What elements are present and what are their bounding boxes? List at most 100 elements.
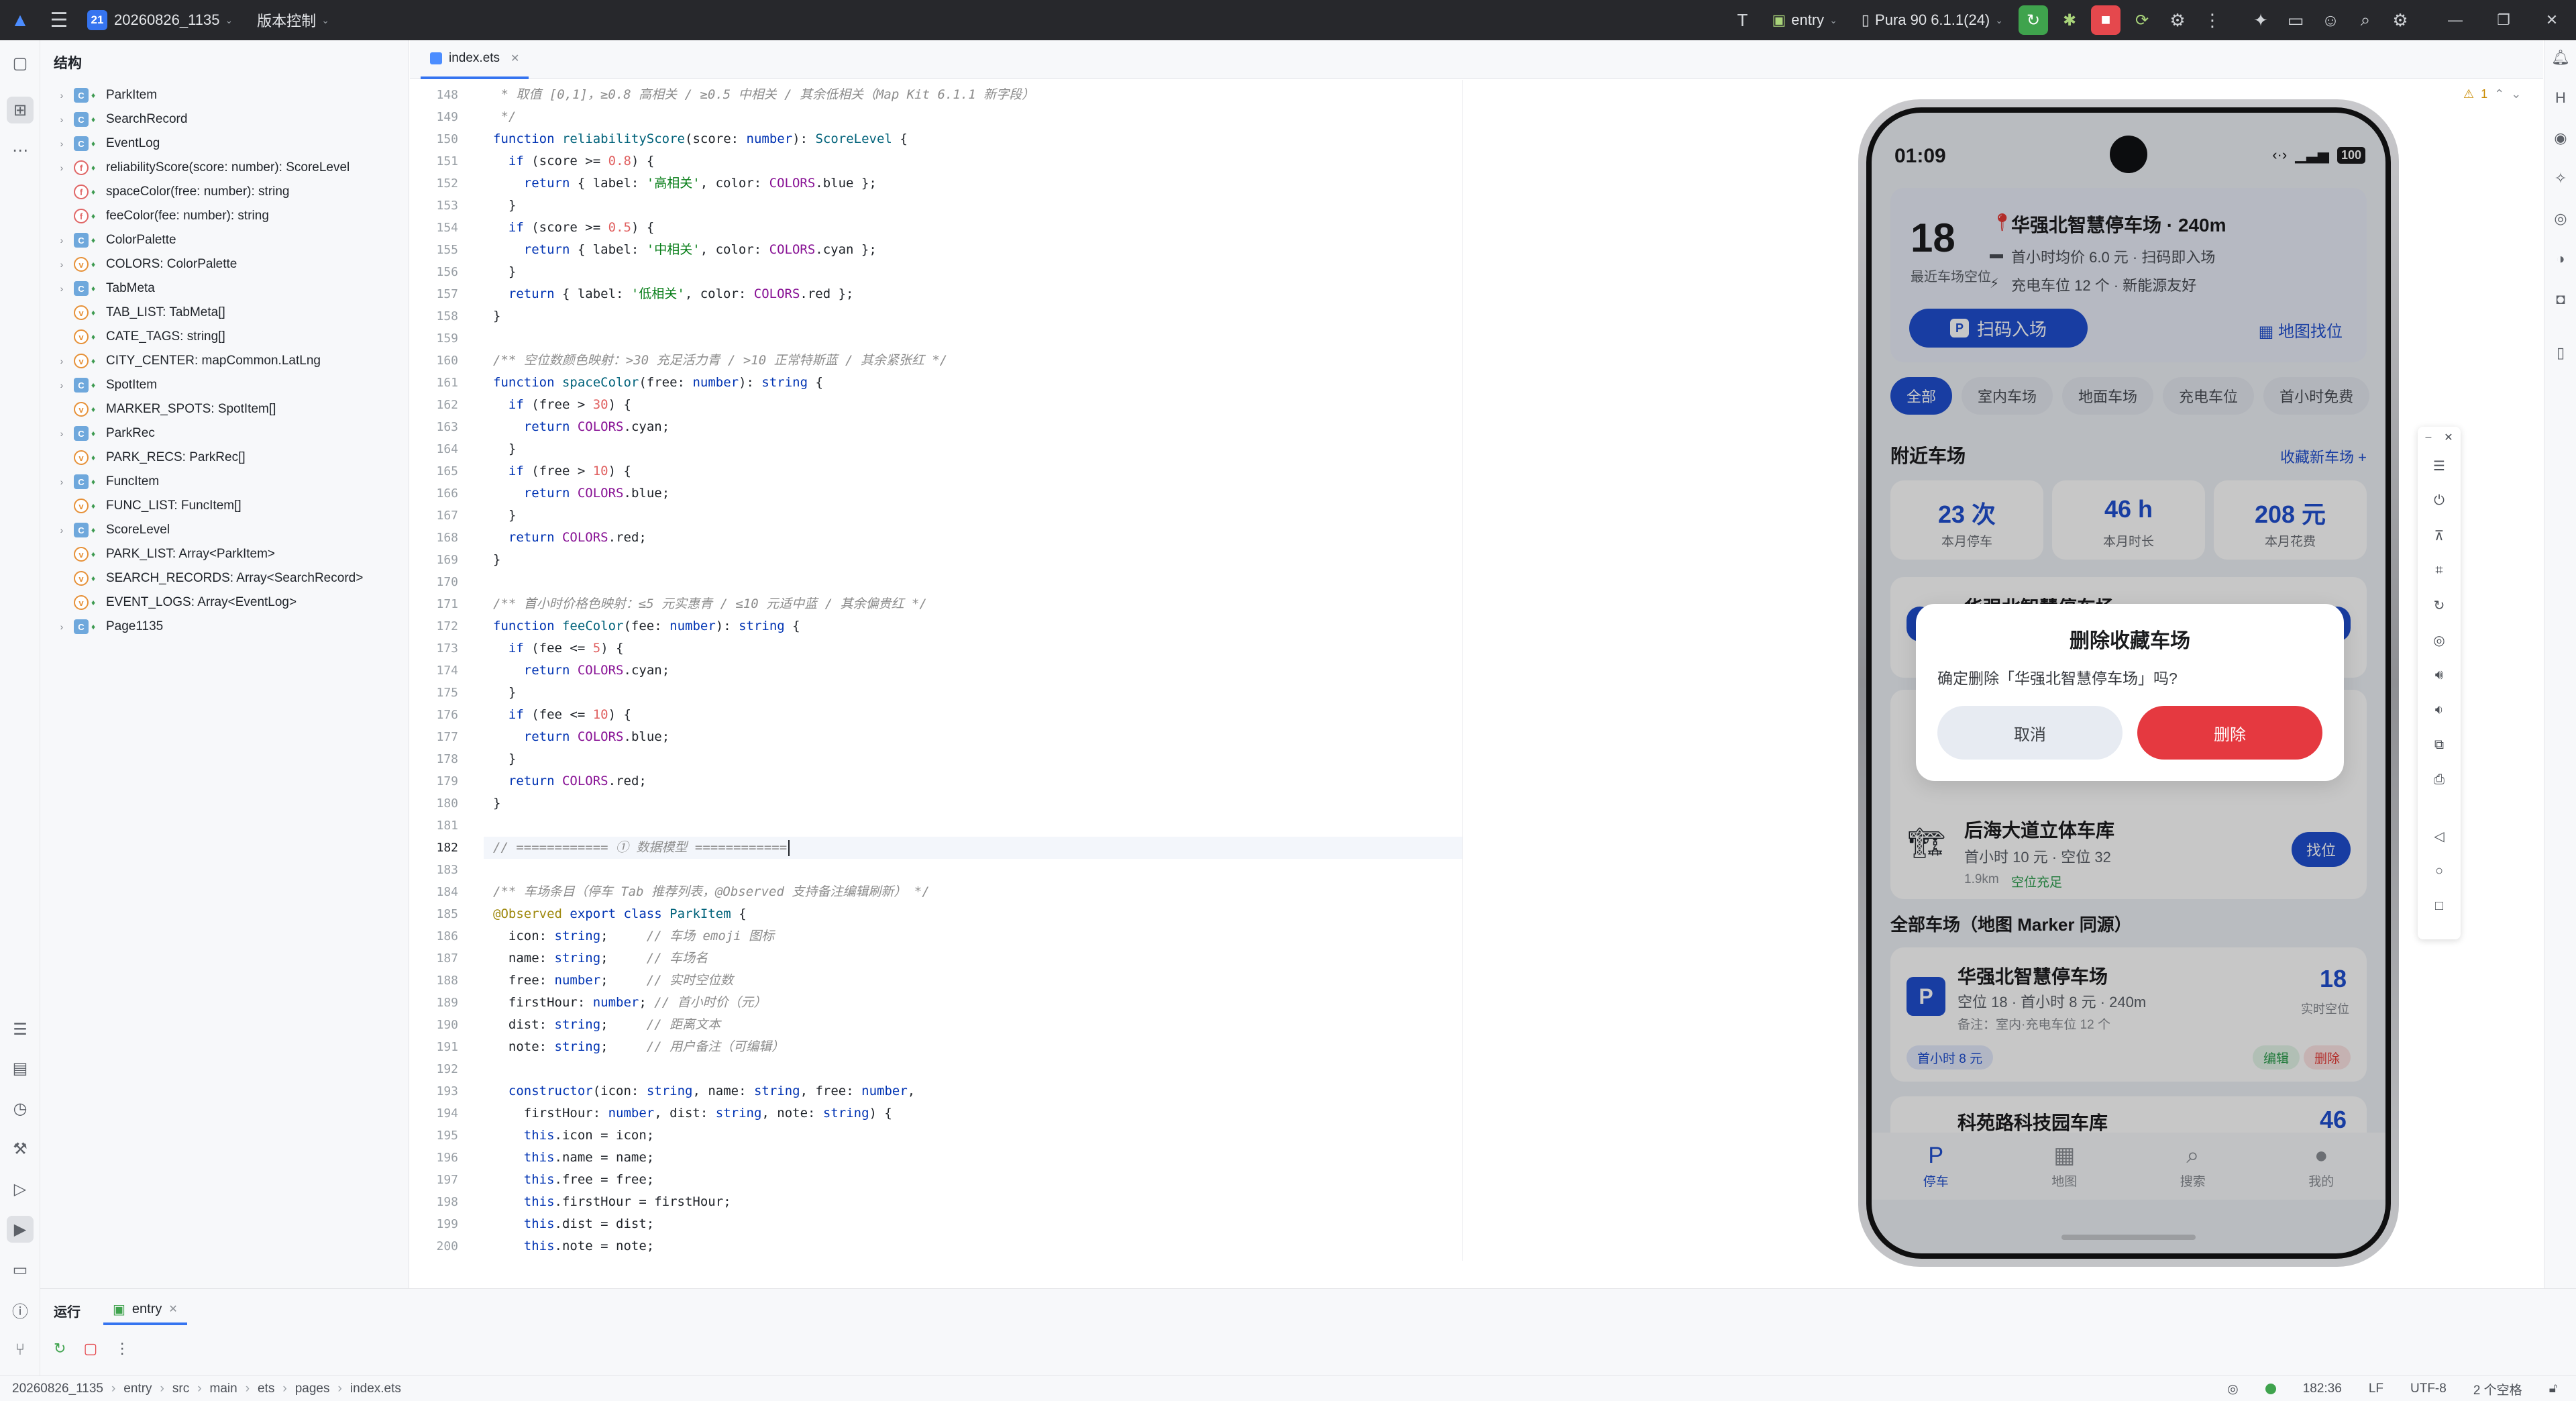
code-line[interactable]: icon: string; // 车场 emoji 图标 <box>484 925 1463 947</box>
more-icon[interactable]: ⋮ <box>115 1340 129 1357</box>
chevron-down-icon[interactable]: ⌄ <box>2511 87 2521 101</box>
volume-up-icon[interactable]: 🔊︎ <box>2428 664 2450 686</box>
previewer-icon[interactable]: ◉ <box>2550 127 2571 149</box>
problems-icon[interactable]: ⓘ <box>7 1296 34 1323</box>
vcs-menu[interactable]: 版本控制 <box>257 9 316 31</box>
terminal-icon[interactable]: ▭ <box>7 1256 34 1283</box>
code-line[interactable]: /** 车场条目（停车 Tab 推荐列表，@Observed 支持备注编辑刷新）… <box>484 881 1463 903</box>
chevron-right-icon[interactable]: › <box>54 162 70 173</box>
code-line[interactable]: return COLORS.red; <box>484 770 1463 792</box>
breadcrumb-item[interactable]: main <box>210 1382 237 1396</box>
code-line[interactable]: @Observed export class ParkItem { <box>484 903 1463 925</box>
rerun-icon[interactable]: ↻ <box>2019 5 2048 35</box>
chevron-right-icon[interactable]: › <box>54 90 70 101</box>
code-line[interactable] <box>484 815 1463 837</box>
chevron-down-icon[interactable]: ⌄ <box>225 15 233 26</box>
chevron-right-icon[interactable]: › <box>54 428 70 439</box>
code-line[interactable]: return { label: '高相关', color: COLORS.blu… <box>484 172 1463 195</box>
breadcrumb-item[interactable]: pages <box>295 1382 330 1396</box>
run-config-selector[interactable]: ▣ entry ⌄ <box>1772 11 1837 29</box>
device-manager-icon[interactable]: ▭ <box>2278 0 2313 40</box>
home-icon[interactable]: ○ <box>2428 860 2450 882</box>
code-line[interactable]: return { label: '低相关', color: COLORS.red… <box>484 283 1463 305</box>
structure-item[interactable]: › C ♦ ParkItem <box>40 83 409 107</box>
main-menu-icon[interactable]: ☰ <box>40 0 78 40</box>
account-icon[interactable]: ☺ <box>2313 0 2348 40</box>
structure-item[interactable]: v ♦ EVENT_LOGS: Array<EventLog> <box>40 590 409 615</box>
code-line[interactable]: /** 首小时价格色映射：≤5 元实惠青 / ≤10 元适中蓝 / 其余偏贵红 … <box>484 593 1463 615</box>
code-line[interactable]: firstHour: number; // 首小时价（元） <box>484 992 1463 1014</box>
lock-icon[interactable]: 🔓︎ <box>2549 1382 2557 1396</box>
code-line[interactable]: /** 空位数颜色映射：>30 充足活力青 / >10 正常特斯蓝 / 其余紧张… <box>484 350 1463 372</box>
crop-icon[interactable]: ⌗ <box>2428 560 2450 581</box>
structure-icon[interactable]: ⊞ <box>7 97 34 123</box>
inspection-icon[interactable]: ◎ <box>2227 1382 2239 1397</box>
line-separator[interactable]: LF <box>2369 1382 2383 1396</box>
more-tools-icon[interactable]: ⋯ <box>7 137 34 164</box>
structure-item[interactable]: › C ♦ SearchRecord <box>40 107 409 132</box>
rotate-icon[interactable]: ↻ <box>2428 594 2450 616</box>
code-line[interactable]: * 取值 [0,1]，≥0.8 高相关 / ≥0.5 中相关 / 其余低相关（M… <box>484 84 1463 106</box>
minimize-icon[interactable]: – <box>2420 429 2436 446</box>
code-line[interactable] <box>484 1058 1463 1080</box>
chevron-right-icon[interactable]: › <box>54 380 70 391</box>
close-icon[interactable]: ✕ <box>2528 0 2576 40</box>
cancel-button[interactable]: 取消 <box>1937 706 2123 760</box>
back-icon[interactable]: ◁ <box>2428 825 2450 847</box>
structure-item[interactable]: v ♦ PARK_RECS: ParkRec[] <box>40 446 409 470</box>
device-selector[interactable]: ▯ Pura 90 6.1.1(24) ⌄ <box>1862 11 2003 29</box>
code-line[interactable]: } <box>484 748 1463 770</box>
power-icon[interactable]: ⏻ <box>2428 490 2450 511</box>
code-line[interactable]: } <box>484 438 1463 460</box>
code-line[interactable] <box>484 571 1463 593</box>
code-line[interactable]: return COLORS.cyan; <box>484 660 1463 682</box>
chevron-right-icon[interactable]: › <box>54 525 70 535</box>
code-line[interactable] <box>484 859 1463 881</box>
breadcrumb-item[interactable]: ets <box>258 1382 274 1396</box>
location-icon[interactable]: ◎ <box>2428 629 2450 651</box>
stop-icon[interactable]: ▢ <box>83 1340 97 1357</box>
rerun-icon[interactable]: ↻ <box>54 1340 66 1357</box>
todo-icon[interactable]: ☰ <box>7 1016 34 1043</box>
run-tab-entry[interactable]: ▣ entry ✕ <box>103 1296 187 1325</box>
database-icon[interactable]: ◎ <box>2550 208 2571 229</box>
volume-down-icon[interactable]: 🔉︎ <box>2428 699 2450 721</box>
code-line[interactable]: return COLORS.blue; <box>484 726 1463 748</box>
chevron-right-icon[interactable]: › <box>54 235 70 246</box>
structure-item[interactable]: f ♦ feeColor(fee: number): string <box>40 204 409 228</box>
confirm-delete-button[interactable]: 删除 <box>2137 706 2322 760</box>
run-tool-icon[interactable]: ▶ <box>7 1216 34 1243</box>
code-line[interactable]: dist: string; // 距离文本 <box>484 1014 1463 1036</box>
code-line[interactable]: this.icon = icon; <box>484 1125 1463 1147</box>
minimize-icon[interactable]: — <box>2431 0 2479 40</box>
code-line[interactable]: return COLORS.red; <box>484 527 1463 549</box>
breadcrumb-item[interactable]: src <box>172 1382 189 1396</box>
code-editor[interactable]: * 取值 [0,1]，≥0.8 高相关 / ≥0.5 中相关 / 其余低相关（M… <box>484 80 1463 1261</box>
code-line[interactable]: return COLORS.blue; <box>484 482 1463 505</box>
close-icon[interactable]: ✕ <box>168 1302 177 1316</box>
structure-item[interactable]: v ♦ PARK_LIST: Array<ParkItem> <box>40 542 409 566</box>
structure-item[interactable]: › C ♦ ParkRec <box>40 421 409 446</box>
code-line[interactable]: // ============ ① 数据模型 ============ <box>484 837 1463 859</box>
code-line[interactable]: constructor(icon: string, name: string, … <box>484 1080 1463 1102</box>
code-line[interactable]: if (fee <= 10) { <box>484 704 1463 726</box>
camera-icon[interactable]: ◘ <box>2550 289 2571 310</box>
apply-changes-icon[interactable]: ⟳ <box>2127 5 2157 35</box>
stop-icon[interactable]: ■ <box>2091 5 2121 35</box>
chevron-down-icon[interactable]: ⌄ <box>321 15 329 26</box>
code-line[interactable]: this.name = name; <box>484 1147 1463 1169</box>
breadcrumb-item[interactable]: index.ets <box>350 1382 401 1396</box>
structure-item[interactable]: › v ♦ COLORS: ColorPalette <box>40 252 409 276</box>
chevron-right-icon[interactable]: › <box>54 476 70 487</box>
services-icon[interactable]: ▷ <box>7 1176 34 1202</box>
code-line[interactable]: } <box>484 549 1463 571</box>
structure-item[interactable]: › C ♦ SpotItem <box>40 373 409 397</box>
settings-gear-icon[interactable]: ⚙ <box>2383 0 2418 40</box>
restore-icon[interactable]: ❐ <box>2479 0 2528 40</box>
code-line[interactable]: if (score >= 0.5) { <box>484 217 1463 239</box>
code-line[interactable] <box>484 327 1463 350</box>
device-icon[interactable]: ▯ <box>2550 342 2571 364</box>
recents-icon[interactable]: □ <box>2428 895 2450 917</box>
chevron-up-icon[interactable]: ⌃ <box>2494 87 2504 101</box>
text-tool-icon[interactable]: T <box>1725 0 1760 40</box>
